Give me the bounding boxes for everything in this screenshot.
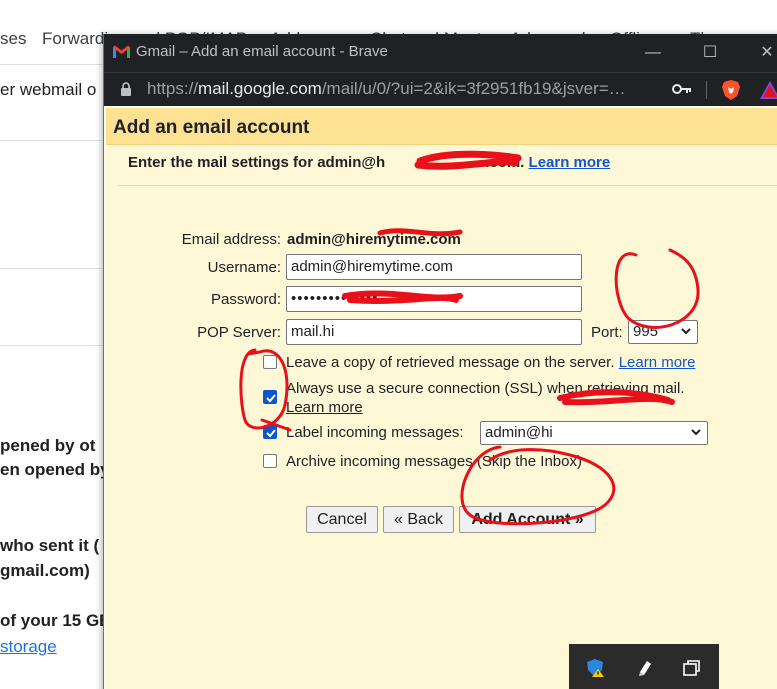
- system-tray-flyout: [569, 644, 719, 689]
- task-view-icon[interactable]: [682, 658, 702, 678]
- window-title: Gmail – Add an email account - Brave: [136, 43, 388, 60]
- pop-server-label: POP Server:: [197, 324, 281, 341]
- sender-email-text: gmail.com): [0, 561, 90, 580]
- ssl-learn-more-link[interactable]: Learn more: [286, 399, 363, 416]
- lock-icon: [121, 82, 131, 96]
- maximize-button[interactable]: ☐: [699, 42, 721, 64]
- ssl-checkbox[interactable]: [263, 390, 277, 404]
- dialog-header: Add an email account: [106, 108, 777, 145]
- leave-copy-learn-more-link[interactable]: Learn more: [619, 354, 696, 371]
- divider: [0, 268, 110, 269]
- checkmark-icon: [266, 394, 276, 403]
- dialog-title: Add an email account: [113, 117, 310, 138]
- read-receipt-text: pened by ot: [0, 436, 96, 455]
- toolbar-separator: [706, 81, 707, 99]
- address-bar[interactable]: https://mail.google.com/mail/u/0/?ui=2&i…: [104, 72, 777, 106]
- username-label: Username:: [207, 259, 281, 276]
- port-label: Port:: [591, 324, 623, 341]
- windows-security-icon[interactable]: [585, 658, 605, 678]
- checkmark-icon: [266, 429, 276, 438]
- storage-link[interactable]: storage: [0, 637, 57, 657]
- close-button[interactable]: ✕: [756, 42, 777, 64]
- learn-more-link[interactable]: Learn more: [529, 154, 611, 171]
- tab-fragment[interactable]: ses: [0, 29, 26, 49]
- password-input[interactable]: ••••••••••••••: [286, 286, 582, 312]
- divider: [118, 185, 777, 186]
- brave-shield-icon[interactable]: [721, 79, 741, 101]
- chevron-down-icon: [681, 328, 691, 335]
- storage-text: of your 15 GE: [0, 611, 111, 630]
- cancel-button[interactable]: Cancel: [306, 506, 378, 533]
- add-account-button[interactable]: Add Account »: [459, 506, 596, 533]
- divider: [0, 345, 110, 346]
- leave-copy-label: Leave a copy of retrieved message on the…: [286, 354, 696, 371]
- leave-copy-checkbox[interactable]: [263, 355, 277, 369]
- label-select[interactable]: admin@hi: [480, 421, 708, 445]
- settings-instructions: Enter the mail settings for admin@h .com.…: [128, 154, 611, 171]
- divider: [0, 140, 110, 141]
- email-label: Email address:: [181, 231, 281, 248]
- sender-text: who sent it (: [0, 536, 100, 555]
- brave-popup-window: Gmail – Add an email account - Brave — ☐…: [103, 34, 777, 689]
- read-receipt-text-2: en opened by: [0, 460, 110, 479]
- window-titlebar[interactable]: Gmail – Add an email account - Brave — ☐…: [104, 34, 777, 72]
- username-input[interactable]: admin@hiremytime.com: [286, 254, 582, 280]
- webmail-text: er webmail o: [0, 80, 97, 99]
- password-label: Password:: [210, 291, 281, 308]
- brave-rewards-icon[interactable]: [759, 80, 777, 100]
- add-account-dialog: Add an email account Enter the mail sett…: [106, 108, 777, 689]
- pen-icon[interactable]: [635, 658, 655, 678]
- url-text[interactable]: https://mail.google.com/mail/u/0/?ui=2&i…: [147, 79, 626, 99]
- back-button[interactable]: « Back: [383, 506, 454, 533]
- email-value: admin@hiremytime.com: [287, 231, 461, 248]
- port-select[interactable]: 995: [628, 320, 698, 344]
- key-icon[interactable]: [672, 82, 692, 96]
- archive-checkbox[interactable]: [263, 454, 277, 468]
- pop-server-input[interactable]: mail.hi: [286, 319, 582, 345]
- gmail-icon: [113, 45, 130, 58]
- archive-label: Archive incoming messages (Skip the Inbo…: [286, 453, 582, 470]
- label-incoming-checkbox[interactable]: [263, 425, 277, 439]
- ssl-label: Always use a secure connection (SSL) whe…: [286, 380, 685, 397]
- chevron-down-icon: [691, 429, 701, 436]
- minimize-button[interactable]: —: [642, 42, 664, 64]
- label-incoming-label: Label incoming messages:: [286, 424, 464, 441]
